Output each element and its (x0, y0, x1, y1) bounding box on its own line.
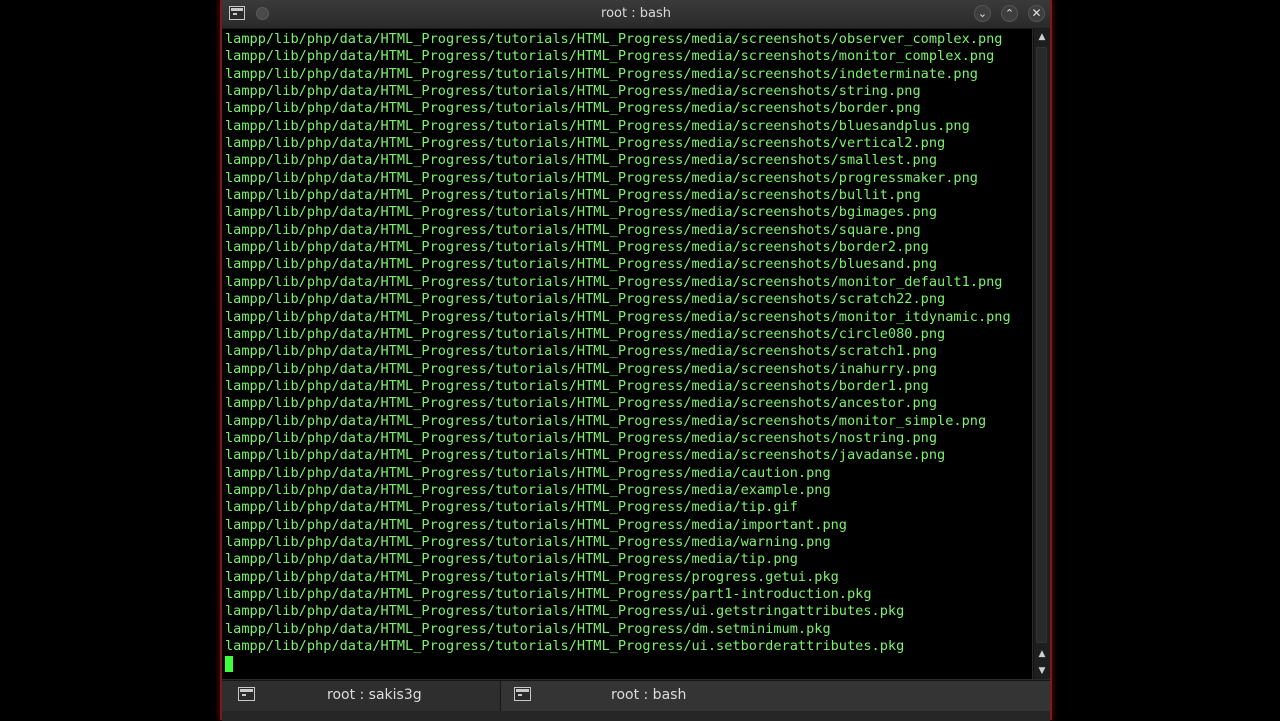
terminal-line: lampp/lib/php/data/HTML_Progress/tutoria… (225, 377, 929, 394)
terminal-window: root : bash ⌄ ⌃ ✕ lampp/lib/php/data/HTM… (220, 0, 1052, 721)
terminal-text: lampp/lib/php/data/HTML_Progress/tutoria… (222, 29, 1032, 673)
terminal-line: lampp/lib/php/data/HTML_Progress/tutoria… (225, 48, 995, 65)
terminal-line: lampp/lib/php/data/HTML_Progress/tutoria… (225, 551, 798, 568)
terminal-line: lampp/lib/php/data/HTML_Progress/tutoria… (225, 291, 946, 308)
terminal-line: lampp/lib/php/data/HTML_Progress/tutoria… (225, 395, 938, 412)
terminal-line: lampp/lib/php/data/HTML_Progress/tutoria… (225, 343, 938, 360)
terminal-line: lampp/lib/php/data/HTML_Progress/tutoria… (225, 31, 1003, 47)
chevron-up-icon: ⌃ (1004, 7, 1015, 20)
terminal-line: lampp/lib/php/data/HTML_Progress/tutoria… (225, 516, 847, 533)
terminal-line: lampp/lib/php/data/HTML_Progress/tutoria… (225, 325, 946, 342)
close-icon: ✕ (1031, 6, 1042, 20)
scrollbar-thumb[interactable] (1036, 47, 1047, 643)
terminal-line: lampp/lib/php/data/HTML_Progress/tutoria… (225, 65, 978, 82)
terminal-line: lampp/lib/php/data/HTML_Progress/tutoria… (225, 135, 946, 152)
tab-label: root : sakis3g (327, 687, 422, 703)
terminal-line: lampp/lib/php/data/HTML_Progress/tutoria… (225, 239, 929, 256)
terminal-line: lampp/lib/php/data/HTML_Progress/tutoria… (225, 464, 831, 481)
tab-bar: root : sakis3g root : bash (222, 680, 1050, 721)
terminal-line: lampp/lib/php/data/HTML_Progress/tutoria… (225, 568, 839, 585)
terminal-line: lampp/lib/php/data/HTML_Progress/tutoria… (225, 117, 970, 134)
terminal-line: lampp/lib/php/data/HTML_Progress/tutoria… (225, 481, 831, 498)
triangle-down-icon: ▼ (1038, 666, 1046, 676)
terminal-line: lampp/lib/php/data/HTML_Progress/tutoria… (225, 256, 938, 273)
title-bar[interactable]: root : bash ⌄ ⌃ ✕ (222, 0, 1050, 29)
terminal-line: lampp/lib/php/data/HTML_Progress/tutoria… (225, 100, 921, 117)
terminal-line: lampp/lib/php/data/HTML_Progress/tutoria… (225, 412, 987, 429)
terminal-line: lampp/lib/php/data/HTML_Progress/tutoria… (225, 586, 872, 602)
scroll-up-button[interactable]: ▲ (1034, 29, 1050, 45)
terminal-icon (514, 687, 531, 701)
scroll-up-button-lower[interactable]: ▲ (1034, 646, 1050, 662)
close-button[interactable]: ✕ (1028, 5, 1045, 22)
terminal-line: lampp/lib/php/data/HTML_Progress/tutoria… (225, 308, 1011, 325)
terminal-line: lampp/lib/php/data/HTML_Progress/tutoria… (225, 152, 938, 169)
terminal-line: lampp/lib/php/data/HTML_Progress/tutoria… (225, 533, 831, 550)
minimize-button[interactable]: ⌄ (974, 5, 991, 22)
tab-label: root : bash (611, 687, 687, 703)
terminal-output[interactable]: lampp/lib/php/data/HTML_Progress/tutoria… (222, 29, 1032, 679)
terminal-line: lampp/lib/php/data/HTML_Progress/tutoria… (225, 273, 1003, 290)
terminal-line: lampp/lib/php/data/HTML_Progress/tutoria… (225, 204, 938, 221)
maximize-button[interactable]: ⌃ (1001, 5, 1018, 22)
tab-bash[interactable]: root : bash (501, 681, 1050, 711)
terminal-prompt-line[interactable] (225, 655, 1032, 673)
terminal-line: lampp/lib/php/data/HTML_Progress/tutoria… (225, 620, 831, 637)
tab-sakis3g[interactable]: root : sakis3g (222, 681, 501, 711)
terminal-line: lampp/lib/php/data/HTML_Progress/tutoria… (225, 638, 905, 655)
terminal-line: lampp/lib/php/data/HTML_Progress/tutoria… (225, 603, 905, 620)
window-title: root : bash (601, 6, 671, 21)
terminal-line: lampp/lib/php/data/HTML_Progress/tutoria… (225, 83, 921, 100)
text-cursor (225, 656, 233, 673)
terminal-line: lampp/lib/php/data/HTML_Progress/tutoria… (225, 499, 798, 516)
terminal-icon (238, 687, 255, 701)
terminal-line: lampp/lib/php/data/HTML_Progress/tutoria… (225, 447, 946, 464)
triangle-up-icon: ▲ (1038, 32, 1046, 42)
terminal-line: lampp/lib/php/data/HTML_Progress/tutoria… (225, 360, 938, 377)
terminal-line: lampp/lib/php/data/HTML_Progress/tutoria… (225, 429, 938, 446)
triangle-up-icon: ▲ (1038, 649, 1046, 659)
chevron-down-icon: ⌄ (977, 7, 988, 20)
terminal-line: lampp/lib/php/data/HTML_Progress/tutoria… (225, 221, 921, 238)
scroll-down-button[interactable]: ▼ (1034, 663, 1050, 679)
terminal-line: lampp/lib/php/data/HTML_Progress/tutoria… (225, 187, 921, 204)
vertical-scrollbar[interactable]: ▲ ▲ ▼ (1033, 29, 1050, 679)
terminal-line: lampp/lib/php/data/HTML_Progress/tutoria… (225, 169, 978, 186)
